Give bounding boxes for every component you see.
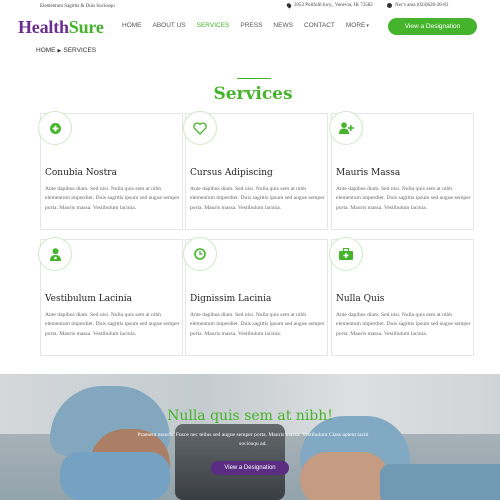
logo[interactable]: HealthSure — [18, 17, 104, 38]
nav-home[interactable]: HOME — [122, 22, 142, 29]
location-pin-icon — [285, 2, 293, 9]
service-card[interactable]: Dignissim Lacinia Ante dapibus diam. Sed… — [183, 237, 328, 356]
service-card[interactable]: Conubia Nostra Ante dapibus diam. Sed ni… — [38, 111, 183, 230]
add-user-icon — [338, 122, 354, 134]
logo-part-1[interactable]: Health — [18, 17, 69, 37]
header: HealthSure HOME ABOUT US SERVICES PRESS … — [0, 14, 500, 42]
card-title[interactable]: Vestibulum Lacinia — [45, 294, 132, 304]
doctor-icon — [49, 247, 61, 261]
first-aid-kit-icon — [339, 248, 353, 260]
service-card[interactable]: Nulla Quis Ante dapibus diam. Sed nisi. … — [329, 237, 474, 356]
nav-press[interactable]: PRESS — [240, 22, 262, 29]
nav-contact[interactable]: CONTACT — [304, 22, 335, 29]
card-text: Ante dapibus diam. Sed nisi. Nulla quis … — [336, 186, 471, 211]
hero-title: Nulla quis sem at nibh! — [167, 408, 333, 424]
icon-circle — [329, 237, 363, 271]
breadcrumb-home[interactable]: HOME — [36, 47, 56, 54]
hero-text: Praesent mauris. Fusce nec tellus sed au… — [137, 432, 369, 447]
hero-view-designation-button[interactable]: View a Designation — [211, 461, 289, 475]
breadcrumb: HOME ▶ SERVICES — [36, 47, 96, 54]
icon-circle — [183, 237, 217, 271]
service-card[interactable]: Cursus Adipiscing Ante dapibus diam. Sed… — [183, 111, 328, 230]
nav-more[interactable]: MORE — [346, 22, 369, 29]
title-divider — [237, 78, 271, 79]
card-title[interactable]: Conubia Nostra — [45, 168, 117, 178]
plus-circle-icon — [49, 122, 61, 134]
icon-circle — [38, 237, 72, 271]
nav-about-us[interactable]: ABOUT US — [153, 22, 186, 29]
service-card[interactable]: Vestibulum Lacinia Ante dapibus diam. Se… — [38, 237, 183, 356]
icon-circle — [183, 111, 217, 145]
card-title[interactable]: Mauris Massa — [336, 168, 400, 178]
view-designation-button[interactable]: View a Designation — [388, 18, 477, 35]
card-title[interactable]: Dignissim Lacinia — [190, 294, 271, 304]
card-text: Ante dapibus diam. Sed nisi. Nulla quis … — [336, 312, 471, 337]
icon-circle — [329, 111, 363, 145]
card-text: Ante dapibus diam. Sed nisi. Nulla quis … — [190, 186, 325, 211]
phone-text[interactable]: Nec's area (024)628-26-83 — [395, 3, 448, 8]
service-card[interactable]: Mauris Massa Ante dapibus diam. Sed nisi… — [329, 111, 474, 230]
address-text: 2053 Polifolil hwy., Venevia, JK 73582 — [294, 3, 373, 8]
chevron-right-icon: ▶ — [57, 48, 62, 54]
heart-icon — [193, 121, 207, 135]
nav-services[interactable]: SERVICES — [197, 22, 230, 29]
page-title: Services — [213, 84, 293, 104]
logo-part-2[interactable]: Sure — [69, 17, 104, 37]
clock-icon — [194, 248, 206, 260]
phone-icon — [387, 3, 392, 8]
card-text: Ante dapibus diam. Sed nisi. Nulla quis … — [190, 312, 325, 337]
main-nav: HOME ABOUT US SERVICES PRESS NEWS CONTAC… — [122, 22, 380, 29]
top-bar: Elementum Sagittis & Duis Sociosqu 2053 … — [0, 0, 500, 14]
phone[interactable]: Nec's area (024)628-26-83 — [387, 3, 448, 8]
tagline: Elementum Sagittis & Duis Sociosqu — [40, 4, 115, 9]
breadcrumb-current: SERVICES — [63, 47, 97, 54]
hero-banner: Nulla quis sem at nibh! Praesent mauris.… — [0, 374, 500, 500]
address: 2053 Polifolil hwy., Venevia, JK 73582 — [285, 2, 373, 9]
icon-circle — [38, 111, 72, 145]
card-title[interactable]: Nulla Quis — [336, 294, 384, 304]
card-title[interactable]: Cursus Adipiscing — [190, 168, 273, 178]
nav-news[interactable]: NEWS — [273, 22, 293, 29]
card-text: Ante dapibus diam. Sed nisi. Nulla quis … — [45, 312, 180, 337]
card-text: Ante dapibus diam. Sed nisi. Nulla quis … — [45, 186, 180, 211]
